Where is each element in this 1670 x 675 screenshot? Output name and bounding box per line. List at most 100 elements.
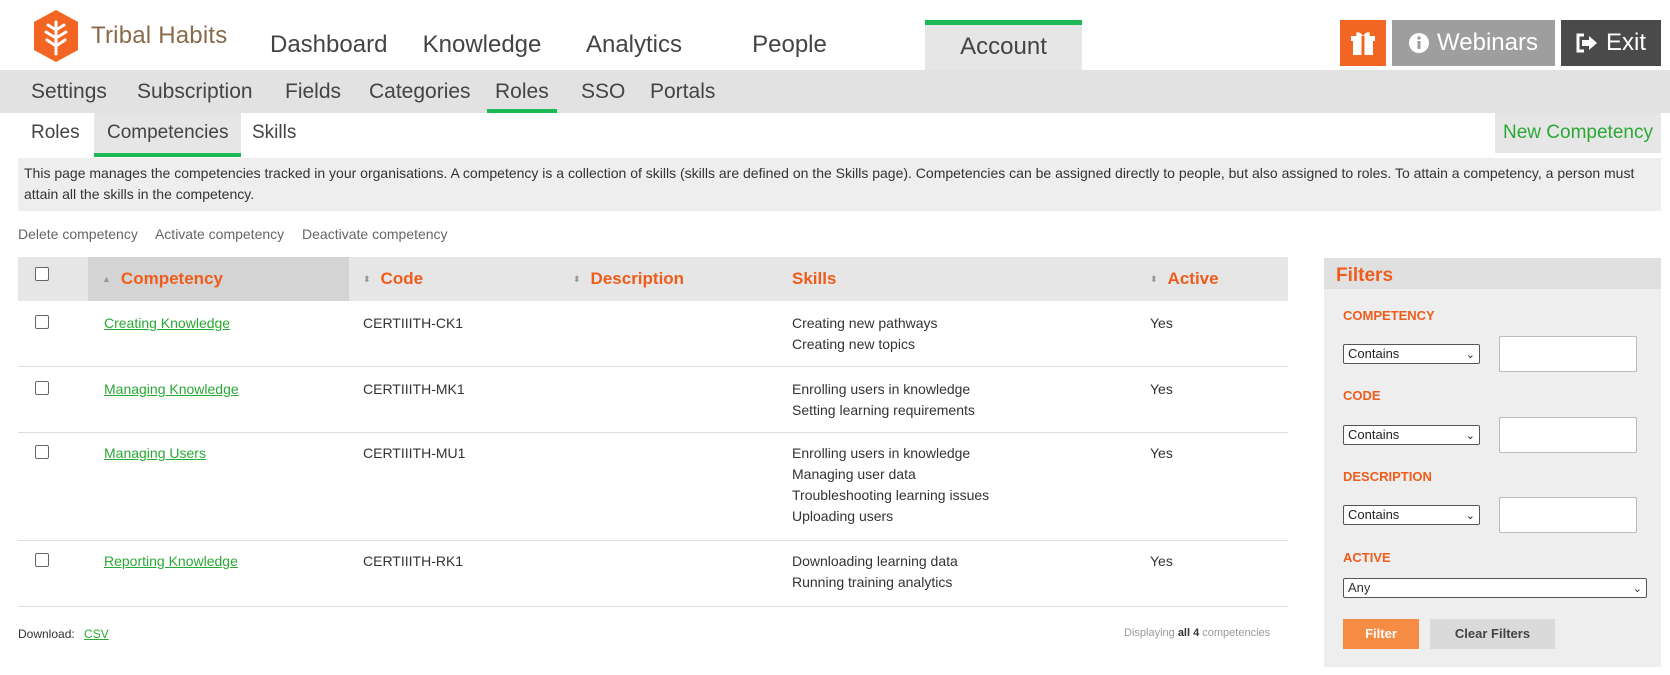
main-nav-analytics[interactable]: Analytics [582,20,686,70]
delete-competency-action[interactable]: Delete competency [18,226,138,242]
bulk-actions: Delete competency Activate competency De… [18,226,462,242]
sub-nav-categories[interactable]: Categories [369,70,471,113]
filter-active-label: ACTIVE [1343,550,1391,565]
skill-item: Enrolling users in knowledge [792,445,971,461]
results-prefix: Displaying [1124,627,1175,639]
tab-skills[interactable]: Skills [239,113,309,157]
main-nav-knowledge[interactable]: Knowledge [420,20,544,70]
tab-competencies[interactable]: Competencies [94,113,242,157]
competency-link[interactable]: Managing Knowledge [104,379,239,400]
competency-active: Yes [1150,445,1173,461]
filter-description-label: DESCRIPTION [1343,469,1432,484]
sub-nav-subscription[interactable]: Subscription [137,70,253,113]
sort-icon: ⬍ [573,274,581,284]
chevron-down-icon: ⌄ [1465,349,1475,361]
clear-filters-button[interactable]: Clear Filters [1430,619,1555,649]
tab-roles[interactable]: Roles [18,113,93,157]
column-header-competency[interactable]: ▲ Competency [88,257,349,301]
filter-code-label: CODE [1343,388,1381,403]
filter-active-select[interactable]: Any ⌄ [1343,578,1647,598]
sub-nav-sso[interactable]: SSO [581,70,625,113]
competency-code: CERTIIITH-MK1 [363,381,465,397]
skill-item: Managing user data [792,466,916,482]
competency-link[interactable]: Reporting Knowledge [104,551,238,572]
filter-description-operator-select[interactable]: Contains ⌄ [1343,505,1480,525]
sub-nav-portals[interactable]: Portals [650,70,715,113]
table-row: Creating Knowledge CERTIIITH-CK1 Creatin… [18,301,1288,367]
deactivate-competency-action[interactable]: Deactivate competency [302,226,448,242]
sub-nav-fields[interactable]: Fields [285,70,341,113]
row-checkbox[interactable] [35,553,49,567]
results-count: Displaying all 4 competencies [1124,627,1270,639]
skill-item: Enrolling users in knowledge [792,381,971,397]
results-suffix: competencies [1202,627,1271,639]
competencies-table: ▲ Competency ⬍ Code ⬍ Description Skills ⬍ A… [18,257,1288,607]
tribal-habits-logo-icon[interactable] [28,8,84,64]
row-checkbox[interactable] [35,381,49,395]
webinars-label: Webinars [1437,29,1538,56]
gift-button[interactable] [1340,20,1386,66]
exit-button[interactable]: Exit [1561,20,1661,66]
competency-link[interactable]: Managing Users [104,443,206,464]
page-description: This page manages the competencies track… [18,158,1661,211]
skill-item: Downloading learning data [792,553,958,569]
download-label: Download: [18,627,75,641]
competency-code: CERTIIITH-MU1 [363,445,466,461]
main-nav-people[interactable]: People [747,20,832,70]
filter-code-operator-select[interactable]: Contains ⌄ [1343,425,1480,445]
table-row: Managing Knowledge CERTIIITH-MK1 Enrolli… [18,367,1288,433]
competency-code: CERTIIITH-RK1 [363,553,464,569]
column-header-skills: Skills [792,269,837,288]
chevron-down-icon: ⌄ [1465,510,1475,522]
gift-icon [1351,32,1375,55]
competency-link[interactable]: Creating Knowledge [104,313,230,334]
competency-skills: Creating new pathways Creating new topic… [792,313,938,355]
filters-panel: Filters COMPETENCY Contains ⌄ CODE Contai… [1324,258,1661,667]
skill-item: Creating new topics [792,336,915,352]
sub-nav-settings[interactable]: Settings [31,70,107,113]
filter-button[interactable]: Filter [1343,619,1419,649]
competency-skills: Enrolling users in knowledge Managing us… [792,443,989,527]
main-nav-dashboard[interactable]: Dashboard [270,20,387,70]
column-header-active[interactable]: ⬍ Active [1150,257,1270,301]
column-header-description[interactable]: ⬍ Description [573,257,763,301]
filter-competency-operator-value: Contains [1348,346,1400,361]
filter-competency-operator-select[interactable]: Contains ⌄ [1343,344,1480,364]
row-checkbox[interactable] [35,315,49,329]
chevron-down-icon: ⌄ [1465,430,1475,442]
competency-active: Yes [1150,553,1173,569]
column-header-description-label: Description [590,269,685,288]
skill-item: Setting learning requirements [792,402,975,418]
download-bar: Download: CSV [18,627,109,641]
skill-item: Running training analytics [792,574,953,590]
competency-active: Yes [1150,315,1173,331]
select-all-checkbox[interactable] [35,267,49,281]
competency-code: CERTIIITH-CK1 [363,315,464,331]
table-header: ▲ Competency ⬍ Code ⬍ Description Skills ⬍ A… [18,257,1288,301]
column-header-code[interactable]: ⬍ Code [363,257,553,301]
skill-item: Creating new pathways [792,315,938,331]
chevron-down-icon: ⌄ [1632,583,1642,595]
sort-icon: ⬍ [363,274,371,284]
main-nav-account[interactable]: Account [925,20,1082,70]
webinars-button[interactable]: Webinars [1392,20,1555,66]
sub-nav-roles[interactable]: Roles [487,70,557,113]
filter-description-operator-value: Contains [1348,507,1400,522]
results-total: all 4 [1177,627,1200,639]
new-competency-button[interactable]: New Competency [1495,113,1661,153]
activate-competency-action[interactable]: Activate competency [155,226,284,242]
csv-download-link[interactable]: CSV [84,627,109,641]
skill-item: Uploading users [792,508,894,524]
filter-competency-input[interactable] [1499,336,1637,372]
table-row: Reporting Knowledge CERTIIITH-RK1 Downlo… [18,541,1288,607]
sort-asc-icon: ▲ [102,274,111,284]
filter-code-input[interactable] [1499,417,1637,453]
row-checkbox[interactable] [35,445,49,459]
brand-name: Tribal Habits [91,22,228,49]
column-header-code-label: Code [380,269,424,288]
column-header-competency-label: Competency [120,269,223,288]
filter-description-input[interactable] [1499,497,1637,533]
competency-active: Yes [1150,381,1173,397]
sub-nav: Settings Subscription Fields Categories … [0,70,1670,113]
exit-label: Exit [1605,29,1646,56]
